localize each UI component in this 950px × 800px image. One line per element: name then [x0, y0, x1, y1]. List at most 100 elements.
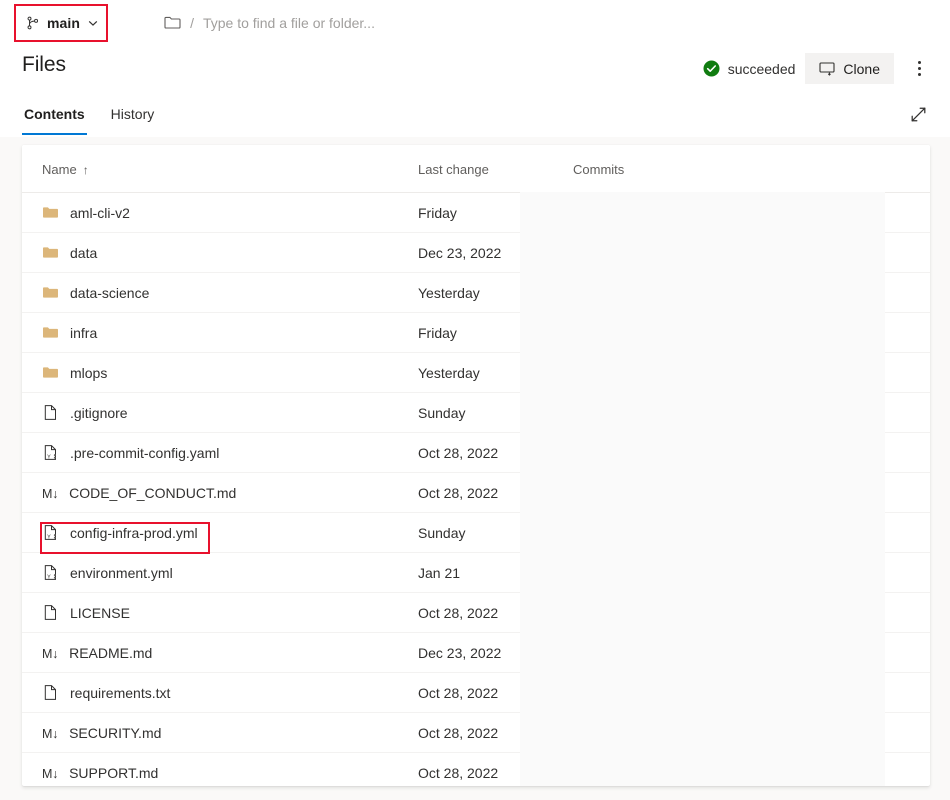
last-change-cell: Sunday — [398, 513, 553, 553]
last-change-cell: Yesterday — [398, 353, 553, 393]
folder-filled-icon — [42, 284, 59, 301]
table-row[interactable]: Y .pre-commit-config.yaml Oct 28, 2022 — [22, 433, 930, 473]
svg-text:Y: Y — [47, 534, 51, 540]
file-name-cell[interactable]: Y .pre-commit-config.yaml — [22, 433, 398, 473]
table-row[interactable]: Yconfig-infra-prod.ymlSunday — [22, 513, 930, 553]
last-change-cell: Oct 28, 2022 — [398, 673, 553, 713]
kebab-dot — [918, 67, 921, 70]
table-row[interactable]: M↓README.mdDec 23, 2022 — [22, 633, 930, 673]
file-name-cell[interactable]: aml-cli-v2 — [22, 193, 398, 233]
table-row[interactable]: infra Friday — [22, 313, 930, 353]
table-header-row: Name↑ Last change Commits — [22, 145, 930, 193]
table-row[interactable]: requirements.txt Oct 28, 2022 — [22, 673, 930, 713]
file-name-cell[interactable]: infra — [22, 313, 398, 353]
commits-cell — [553, 673, 930, 713]
last-change-cell: Oct 28, 2022 — [398, 433, 553, 473]
file-yaml-icon: Y — [42, 524, 59, 541]
commits-cell — [553, 433, 930, 473]
file-name-cell[interactable]: M↓SUPPORT.md — [22, 753, 398, 787]
last-change-cell: Dec 23, 2022 — [398, 633, 553, 673]
commits-cell — [553, 553, 930, 593]
file-markdown-icon: M↓ — [42, 725, 58, 741]
table-row[interactable]: M↓SECURITY.mdOct 28, 2022 — [22, 713, 930, 753]
commits-cell — [553, 753, 930, 787]
column-header-name[interactable]: Name↑ — [22, 145, 398, 193]
table-row[interactable]: data Dec 23, 2022 — [22, 233, 930, 273]
search-input[interactable] — [203, 15, 543, 31]
branch-name: main — [47, 15, 80, 31]
last-change-cell: Friday — [398, 193, 553, 233]
file-name-cell[interactable]: M↓SECURITY.md — [22, 713, 398, 753]
commits-cell — [553, 473, 930, 513]
top-bar: main / — [0, 0, 950, 45]
tab-bar: Contents History — [0, 92, 950, 137]
commits-cell — [553, 713, 930, 753]
commits-cell — [553, 273, 930, 313]
last-change-cell: Friday — [398, 313, 553, 353]
tab-contents[interactable]: Contents — [22, 94, 87, 135]
expand-diagonal-icon — [910, 106, 927, 123]
sort-ascending-icon: ↑ — [83, 163, 89, 177]
file-name-label: infra — [70, 326, 97, 340]
file-name-cell[interactable]: .gitignore — [22, 393, 398, 433]
path-separator: / — [190, 15, 194, 31]
check-circle-icon — [703, 60, 720, 77]
file-name-cell[interactable]: data-science — [22, 273, 398, 313]
commits-cell — [553, 313, 930, 353]
file-name-cell[interactable]: requirements.txt — [22, 673, 398, 713]
column-header-commits[interactable]: Commits — [553, 145, 930, 193]
kebab-dot — [918, 73, 921, 76]
kebab-dot — [918, 61, 921, 64]
file-name-label: data-science — [70, 286, 149, 300]
last-change-cell: Oct 28, 2022 — [398, 713, 553, 753]
file-markdown-icon: M↓ — [42, 645, 58, 661]
file-name-cell[interactable]: mlops — [22, 353, 398, 393]
folder-filled-icon — [42, 324, 59, 341]
file-name-label: environment.yml — [70, 566, 173, 580]
file-name-cell[interactable]: LICENSE — [22, 593, 398, 633]
file-name-cell[interactable]: M↓README.md — [22, 633, 398, 673]
table-row[interactable]: aml-cli-v2Friday — [22, 193, 930, 233]
commits-cell — [553, 193, 930, 233]
commits-cell — [553, 233, 930, 273]
table-row[interactable]: Yenvironment.ymlJan 21 — [22, 553, 930, 593]
expand-button[interactable] — [902, 99, 934, 131]
last-change-cell: Oct 28, 2022 — [398, 473, 553, 513]
file-name-cell[interactable]: Yenvironment.yml — [22, 553, 398, 593]
last-change-cell: Jan 21 — [398, 553, 553, 593]
file-name-label: CODE_OF_CONDUCT.md — [69, 486, 236, 500]
branch-icon — [26, 15, 40, 31]
path-search-bar[interactable]: / — [164, 15, 950, 31]
tab-history[interactable]: History — [109, 94, 157, 135]
files-table-body: aml-cli-v2FridaydataDec 23, 2022data-sci… — [22, 193, 930, 787]
file-name-cell[interactable]: Yconfig-infra-prod.yml — [22, 513, 398, 553]
file-name-label: .pre-commit-config.yaml — [70, 446, 219, 460]
file-name-label: data — [70, 246, 97, 260]
table-row[interactable]: mlopsYesterday — [22, 353, 930, 393]
last-change-cell: Yesterday — [398, 273, 553, 313]
svg-text:Y: Y — [47, 454, 51, 460]
more-vertical-icon[interactable] — [904, 53, 934, 84]
folder-icon — [164, 15, 181, 30]
file-name-cell[interactable]: M↓CODE_OF_CONDUCT.md — [22, 473, 398, 513]
file-name-cell[interactable]: data — [22, 233, 398, 273]
table-row[interactable]: LICENSEOct 28, 2022 — [22, 593, 930, 633]
table-row[interactable]: M↓CODE_OF_CONDUCT.mdOct 28, 2022 — [22, 473, 930, 513]
last-change-cell: Dec 23, 2022 — [398, 233, 553, 273]
table-row[interactable]: M↓SUPPORT.mdOct 28, 2022 — [22, 753, 930, 787]
table-row[interactable]: data-science Yesterday — [22, 273, 930, 313]
table-row[interactable]: .gitignoreSunday — [22, 393, 930, 433]
file-name-label: config-infra-prod.yml — [70, 526, 198, 540]
file-name-label: requirements.txt — [70, 686, 170, 700]
file-blank-icon — [42, 404, 59, 421]
files-card-area: Name↑ Last change Commits aml-cli-v2Frid… — [0, 137, 950, 785]
page-title: Files — [22, 45, 66, 85]
branch-selector[interactable]: main — [14, 8, 109, 38]
status-label: succeeded — [728, 61, 796, 77]
last-change-cell: Oct 28, 2022 — [398, 753, 553, 787]
clone-button[interactable]: Clone — [805, 53, 894, 84]
commits-cell — [553, 393, 930, 433]
last-change-cell: Sunday — [398, 393, 553, 433]
file-yaml-icon: Y — [42, 444, 59, 461]
column-header-last-change[interactable]: Last change — [398, 145, 553, 193]
